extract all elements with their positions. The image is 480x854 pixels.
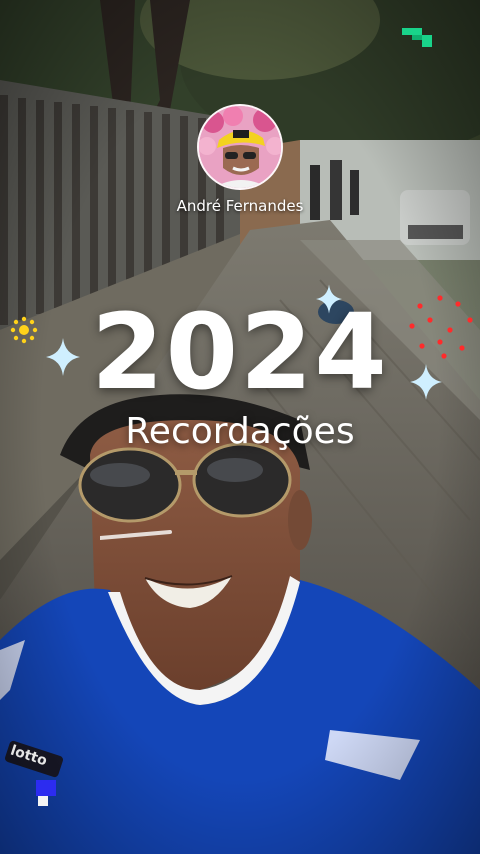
profile-name: André Fernandes xyxy=(176,197,304,215)
sparkle-icon xyxy=(410,364,442,400)
sparkle-icon xyxy=(46,338,80,376)
blue-pixel-icon xyxy=(36,780,56,806)
green-pixel-icon xyxy=(402,28,432,47)
avatar-photo xyxy=(199,106,281,188)
dot-circle-icon xyxy=(409,295,473,359)
memory-subtitle: Recordações xyxy=(125,411,355,452)
memory-story-screen: lotto André Fernandes 2024 Recordações xyxy=(0,0,480,854)
sparkle-icon xyxy=(316,284,342,314)
sun-icon xyxy=(10,316,38,344)
light-streak xyxy=(100,530,172,540)
avatar[interactable] xyxy=(197,104,283,190)
